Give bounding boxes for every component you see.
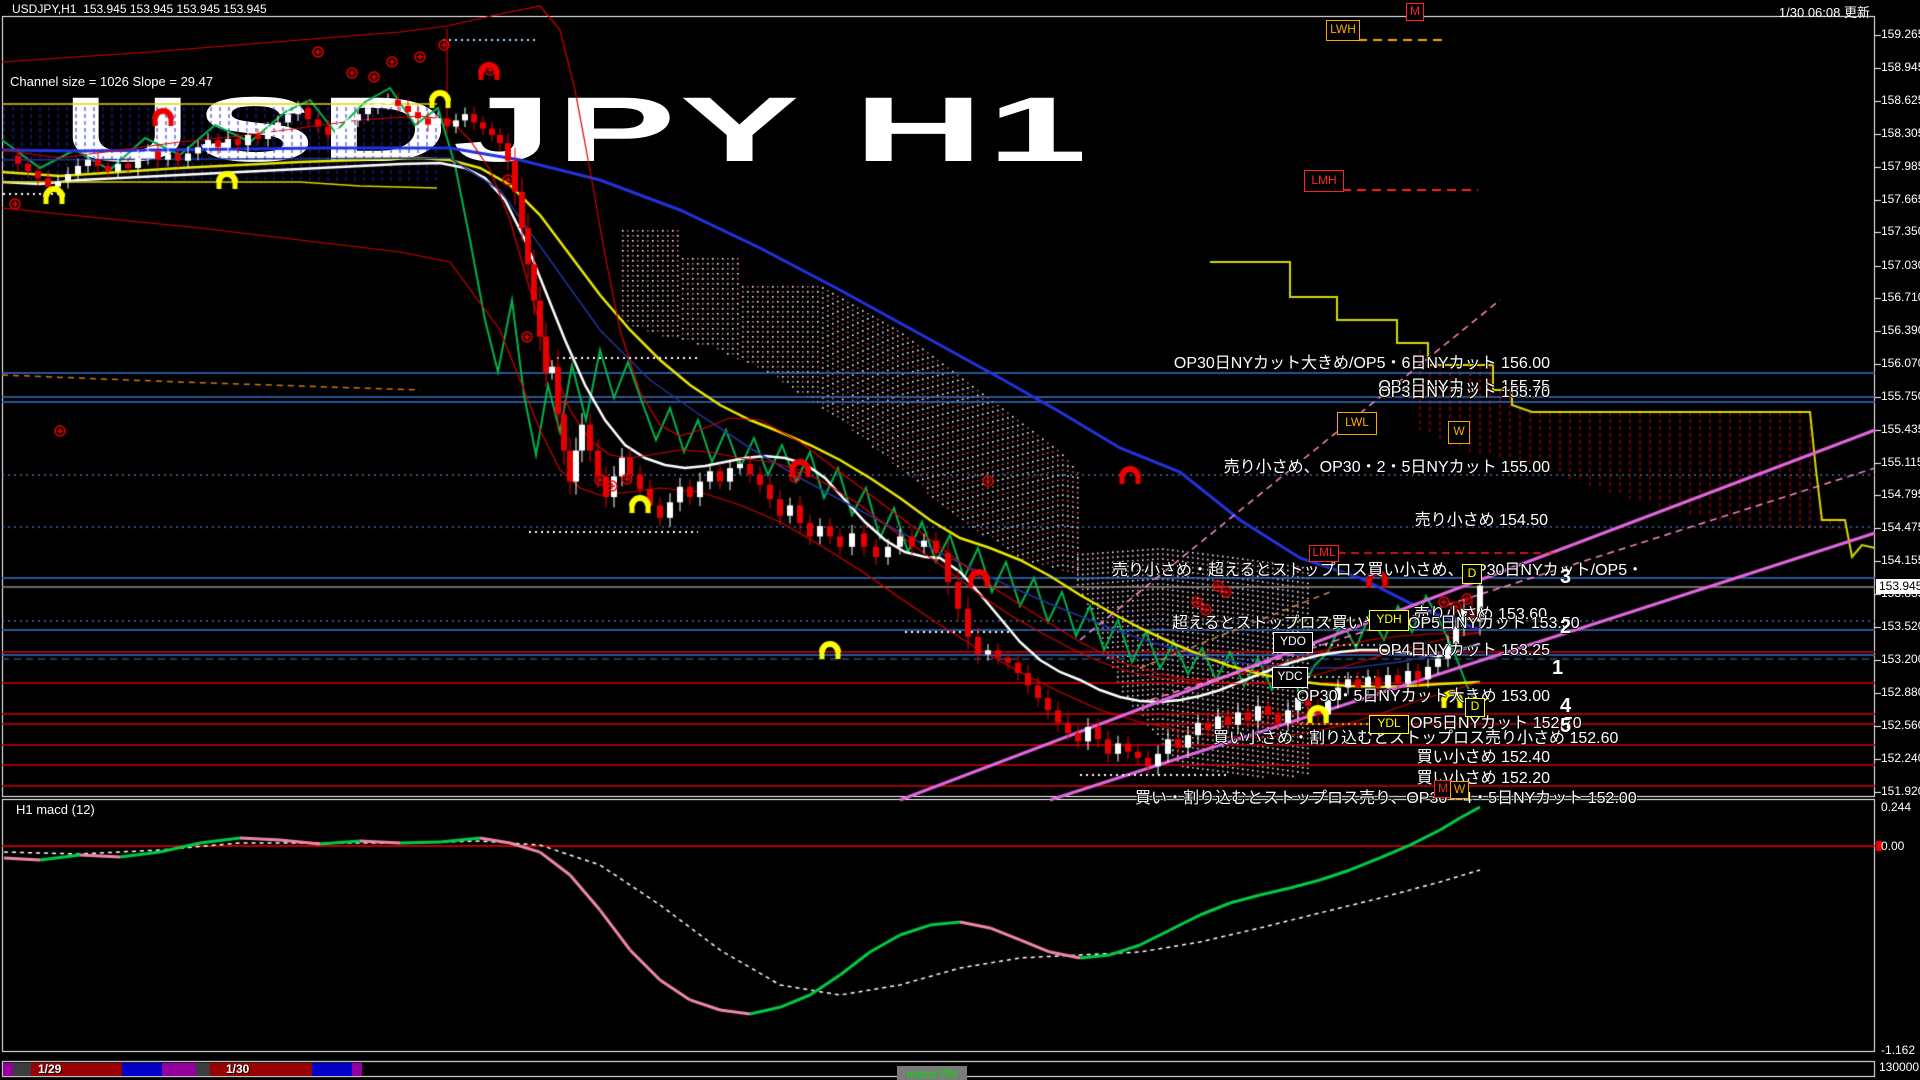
macd-value-bottom: -1.162: [1881, 1043, 1916, 1057]
order-level-annotation: OP3日NYカット 155.70: [1378, 384, 1550, 401]
price-axis-label: 152.560: [1881, 718, 1920, 732]
order-level-annotation: 売り小さめ 154.50: [1414, 512, 1548, 529]
scrollbar-segment[interactable]: [3, 1063, 13, 1076]
pivot-tag-box: LWH: [1326, 20, 1360, 41]
current-price-tag: 153.945: [1876, 579, 1920, 594]
pivot-tag-box: D: [1465, 698, 1485, 717]
macd-value-zero: 0.00: [1881, 839, 1905, 853]
price-axis-label: 156.070: [1881, 356, 1920, 370]
pivot-tag-box: D: [1462, 564, 1482, 584]
price-axis-label: 151.920: [1881, 784, 1920, 798]
update-time: 1/30 06:08: [1778, 5, 1841, 20]
price-axis-label: 155.115: [1881, 455, 1920, 469]
order-level-annotation: OP5日NYカット 153.50: [1408, 615, 1580, 632]
price-axis-label: 157.985: [1881, 159, 1920, 173]
rank-number: 3: [1560, 566, 1572, 588]
trading-chart-window: USDJPY H1 USDJPY,H1 153.945 153.945 153.…: [0, 0, 1920, 1080]
rank-number: 1: [1552, 657, 1564, 679]
price-axis-label: 156.390: [1881, 323, 1920, 337]
pivot-tag-box: YDO: [1273, 632, 1313, 653]
order-level-annotation: OP30・5日NYカット大きめ 153.00: [1296, 688, 1550, 705]
pivot-tag-box: M: [1406, 3, 1424, 21]
scrollbar-date-label: 1/30: [226, 1062, 250, 1076]
symbol-quote-header: USDJPY,H1 153.945 153.945 153.945 153.94…: [12, 2, 267, 16]
price-axis-label: 154.155: [1881, 553, 1920, 567]
pivot-tag-box: LWL: [1337, 412, 1377, 435]
price-axis-label: 158.945: [1881, 60, 1920, 74]
order-level-annotation: 買い・割り込むとストップロス売り、OP30・4・5日NYカット 152.00: [1135, 790, 1637, 807]
scrollbar-segment[interactable]: [122, 1063, 162, 1076]
rank-number: 2: [1560, 616, 1572, 638]
pivot-tag-box: LML: [1309, 545, 1339, 562]
price-axis-label: 152.240: [1881, 751, 1920, 765]
price-axis-label: 158.625: [1881, 93, 1920, 107]
price-axis-label: 157.030: [1881, 258, 1920, 272]
price-axis-label: 159.265: [1881, 27, 1920, 41]
channel-info-label: Channel size = 1026 Slope = 29.47: [10, 74, 214, 89]
scrollbar-date-label: 1/29: [38, 1062, 62, 1076]
update-button[interactable]: 更新: [1844, 5, 1870, 20]
macd-value-top: 0.244: [1881, 800, 1912, 814]
pivot-tag-box: LMH: [1304, 170, 1344, 192]
price-axis-label: 152.880: [1881, 685, 1920, 699]
price-chart-canvas[interactable]: [0, 0, 1920, 1080]
order-level-annotation: OP4日NYカット 153.25: [1378, 642, 1550, 659]
update-time-header: 1/30 06:08 更新: [1779, 2, 1870, 21]
macd-toggle-button[interactable]: macd ON: [897, 1066, 967, 1080]
chart-scale-label: 130000: [1879, 1060, 1920, 1074]
price-axis-label: 158.305: [1881, 126, 1920, 140]
scrollbar-segment[interactable]: [196, 1063, 210, 1076]
order-level-annotation: OP30日NYカット大きめ/OP5・6日NYカット 156.00: [1173, 355, 1550, 372]
scrollbar-segment[interactable]: [352, 1063, 362, 1076]
price-axis-label: 156.710: [1881, 290, 1920, 304]
pivot-tag-box: YDH: [1369, 610, 1409, 631]
price-axis-label: 155.435: [1881, 422, 1920, 436]
price-axis-label: 157.665: [1881, 192, 1920, 206]
price-axis-label: 153.520: [1881, 619, 1920, 633]
price-axis-label: 154.475: [1881, 520, 1920, 534]
price-axis-label: 154.795: [1881, 487, 1920, 501]
scrollbar-segment[interactable]: [312, 1063, 352, 1076]
scrollbar-segment[interactable]: [162, 1063, 196, 1076]
pivot-tag-box: YDC: [1272, 667, 1308, 688]
price-axis-label: 155.750: [1881, 389, 1920, 403]
pivot-tag-box: W: [1448, 421, 1470, 444]
price-axis-label: 153.200: [1881, 652, 1920, 666]
rank-number: 5: [1560, 715, 1572, 737]
macd-indicator-label: H1 macd (12): [16, 802, 95, 817]
price-axis-label: 157.350: [1881, 224, 1920, 238]
pivot-tag-box: YDL: [1369, 715, 1409, 734]
scrollbar-segment[interactable]: [13, 1063, 31, 1076]
pivot-tag-box: W: [1450, 781, 1469, 799]
order-level-annotation: 売り小さめ、OP30・2・5日NYカット 155.00: [1223, 459, 1550, 476]
